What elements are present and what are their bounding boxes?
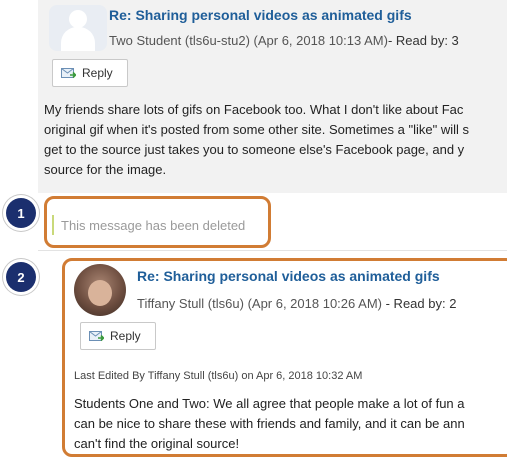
message-1-reply-button[interactable]: Reply: [52, 59, 128, 87]
message-1-author: Two Student (tls6u-stu2): [109, 33, 250, 48]
body-line: can't find the original source!: [74, 436, 240, 451]
body-line: source for the image.: [44, 162, 167, 177]
message-1-meta: Two Student (tls6u-stu2) (Apr 6, 2018 10…: [109, 33, 459, 48]
message-1-date: (Apr 6, 2018 10:13 AM): [253, 33, 388, 48]
step-badge-1: 1: [6, 198, 36, 228]
message-2-date: (Apr 6, 2018 10:26 AM): [247, 296, 382, 311]
message-2-reply-button[interactable]: Reply: [80, 322, 156, 350]
message-1-title[interactable]: Re: Sharing personal videos as animated …: [109, 7, 412, 23]
message-1-read-by: - Read by: 3: [387, 33, 459, 48]
step-badge-2: 2: [6, 262, 36, 292]
avatar: [74, 264, 126, 316]
message-2-meta: Tiffany Stull (tls6u) (Apr 6, 2018 10:26…: [137, 296, 456, 311]
body-line: My friends share lots of gifs on Faceboo…: [44, 102, 464, 117]
body-line: can be nice to share these with friends …: [74, 416, 465, 431]
message-2-body: Students One and Two: We all agree that …: [74, 394, 465, 454]
message-2-author: Tiffany Stull (tls6u): [137, 296, 244, 311]
deleted-message-marker: [52, 215, 54, 235]
reply-icon: [89, 331, 104, 342]
message-2-title[interactable]: Re: Sharing personal videos as animated …: [137, 268, 440, 284]
deleted-message-text: This message has been deleted: [61, 218, 246, 233]
last-edited-note: Last Edited By Tiffany Stull (tls6u) on …: [74, 370, 363, 382]
reply-icon: [61, 68, 76, 79]
body-line: get to the source just takes you to some…: [44, 142, 465, 157]
message-1-body: My friends share lots of gifs on Faceboo…: [44, 100, 469, 180]
divider: [38, 250, 507, 251]
message-2-reply-label: Reply: [110, 329, 141, 343]
avatar-placeholder: [49, 5, 107, 51]
message-1-reply-label: Reply: [82, 66, 113, 80]
body-line: Students One and Two: We all agree that …: [74, 396, 465, 411]
message-2-read-by: - Read by: 2: [385, 296, 457, 311]
body-line: original gif when it's posted from some …: [44, 122, 469, 137]
